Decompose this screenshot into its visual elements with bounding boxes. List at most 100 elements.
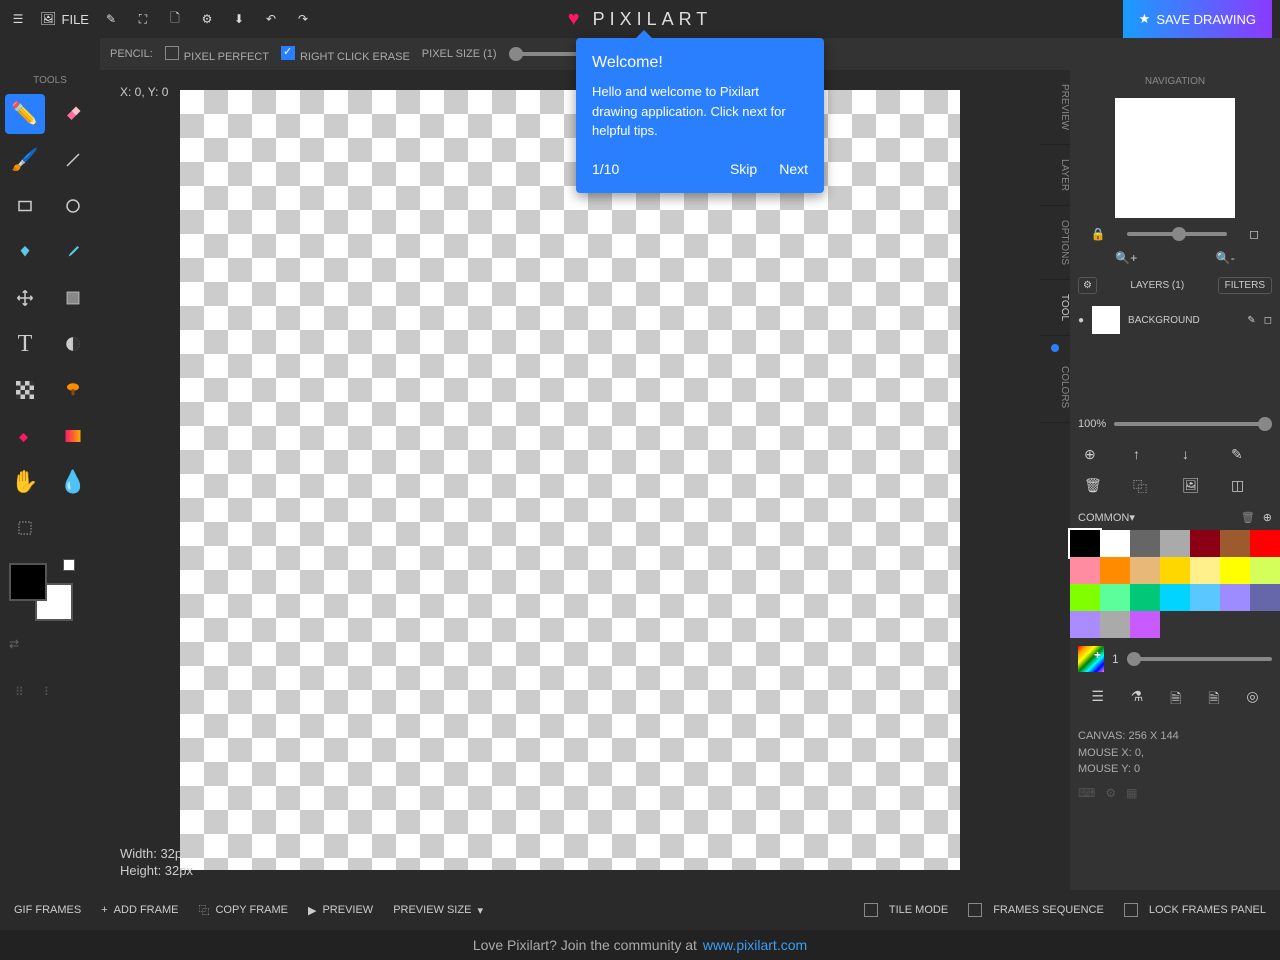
palette-color[interactable] (1100, 584, 1130, 611)
primary-color[interactable] (9, 563, 47, 601)
gradient-erase-tool[interactable] (5, 416, 45, 456)
palette-trash-icon[interactable]: 🗑 (1241, 511, 1255, 524)
edit-icon[interactable]: ✎ (1231, 446, 1266, 463)
copy-icon[interactable]: ⿻ (1133, 477, 1168, 497)
tab-options[interactable]: OPTIONS (1040, 206, 1070, 280)
file-menu[interactable]: 🖼 FILE (40, 11, 89, 27)
palette-color[interactable] (1250, 557, 1280, 584)
add-layer-icon[interactable]: ⊕ (1084, 446, 1119, 463)
palette-color[interactable] (1250, 584, 1280, 611)
target-icon[interactable]: ◎ (1246, 688, 1258, 712)
dither-tool[interactable] (5, 370, 45, 410)
merge-icon[interactable]: ◫ (1231, 477, 1266, 497)
layer-edit-icon[interactable]: ✎ (1247, 315, 1255, 326)
palette-color[interactable] (1100, 611, 1130, 638)
palette-color[interactable] (1100, 557, 1130, 584)
tab-colors[interactable]: COLORS (1040, 352, 1070, 423)
filters-button[interactable]: FILTERS (1218, 277, 1272, 294)
opacity-slider[interactable] (1114, 422, 1272, 426)
gradient-tool[interactable] (53, 416, 93, 456)
eyedropper-tool[interactable] (53, 232, 93, 272)
keyboard-icon[interactable]: ⌨ (1078, 786, 1095, 800)
palette-color[interactable] (1160, 584, 1190, 611)
preview-size-select[interactable]: PREVIEW SIZE▾ (393, 904, 483, 917)
zoom-out-icon[interactable]: 🔍- (1216, 251, 1235, 265)
tab-layer[interactable]: LAYER (1040, 145, 1070, 206)
next-button[interactable]: Next (779, 161, 808, 177)
palette-color[interactable] (1130, 584, 1160, 611)
palette-color[interactable] (1220, 557, 1250, 584)
doc2-icon[interactable]: 🗎 (1208, 688, 1219, 712)
palette-color[interactable] (1220, 584, 1250, 611)
stamp-tool[interactable] (53, 370, 93, 410)
palette-color[interactable] (1190, 557, 1220, 584)
chevron-down-icon[interactable]: ▾ (1129, 511, 1135, 524)
layer-row[interactable]: ● BACKGROUND ✎ ◻ (1070, 300, 1280, 340)
palette-color[interactable] (1220, 530, 1250, 557)
bucket-tool[interactable] (5, 232, 45, 272)
palette-slider[interactable] (1127, 657, 1272, 661)
menu-icon[interactable]: ☰ (8, 9, 28, 29)
palette-color[interactable] (1070, 584, 1100, 611)
save-drawing-button[interactable]: ★ SAVE DRAWING (1123, 0, 1272, 38)
brush-tool[interactable]: 🖌️ (5, 140, 45, 180)
canvas[interactable] (180, 90, 960, 870)
share-icon[interactable]: ⚙ (197, 9, 217, 29)
move-tool[interactable] (5, 278, 45, 318)
gears-icon[interactable]: ⚙ (1105, 786, 1116, 800)
copy-frame-button[interactable]: ⿻COPY FRAME (198, 902, 288, 918)
pencil-tool[interactable]: ✏️ (5, 94, 45, 134)
lock-frames-checkbox[interactable]: LOCK FRAMES PANEL (1124, 903, 1266, 917)
flask-icon[interactable]: ⚗ (1131, 688, 1144, 712)
swap-colors-icon[interactable]: ⇄ (5, 633, 95, 655)
palette-color[interactable] (1130, 530, 1160, 557)
layer-settings-icon[interactable]: ⚙ (1078, 277, 1097, 294)
visibility-icon[interactable]: ● (1078, 315, 1084, 326)
square-icon[interactable]: ◻ (1249, 227, 1259, 241)
tile-mode-checkbox[interactable]: TILE MODE (864, 903, 948, 917)
right-click-erase-checkbox[interactable]: RIGHT CLICK ERASE (281, 46, 410, 63)
list-icon[interactable]: ☰ (1091, 688, 1104, 712)
undo-icon[interactable]: ↶ (261, 9, 281, 29)
circle-tool[interactable] (53, 186, 93, 226)
palette-color[interactable] (1130, 611, 1160, 638)
palette-color[interactable] (1130, 557, 1160, 584)
move-up-icon[interactable]: ↑ (1133, 446, 1168, 463)
lock-icon[interactable]: 🔒 (1091, 227, 1106, 241)
trash-icon[interactable]: 🗑 (1084, 477, 1119, 497)
palette-color[interactable] (1160, 557, 1190, 584)
nav-preview[interactable] (1115, 98, 1235, 218)
tab-tool[interactable]: TOOL (1040, 280, 1070, 336)
palette-add-icon[interactable]: ⊕ (1263, 511, 1272, 524)
blur-tool[interactable]: 💧 (53, 462, 93, 502)
palette-color[interactable] (1250, 530, 1280, 557)
palette-color[interactable] (1070, 611, 1100, 638)
frames-sequence-checkbox[interactable]: FRAMES SEQUENCE (968, 903, 1104, 917)
hand-tool[interactable]: ✋ (5, 462, 45, 502)
doc-icon[interactable]: 🗎 (1170, 688, 1181, 712)
palette-color[interactable] (1190, 530, 1220, 557)
pen-icon[interactable]: ✎ (101, 9, 121, 29)
crop-icon[interactable]: ⛶ (133, 9, 153, 29)
dots-icon[interactable]: ⠿ (15, 685, 24, 699)
download-icon[interactable]: ⬇ (229, 9, 249, 29)
move-down-icon[interactable]: ↓ (1182, 446, 1217, 463)
palette-color[interactable] (1190, 584, 1220, 611)
preview-button[interactable]: ▶PREVIEW (308, 904, 373, 917)
eraser-tool[interactable] (53, 94, 93, 134)
new-icon[interactable]: 🗋 (165, 9, 185, 29)
skip-button[interactable]: Skip (730, 161, 757, 177)
transform-tool[interactable] (5, 508, 45, 548)
palette-color[interactable] (1100, 530, 1130, 557)
palette-color[interactable] (1070, 530, 1100, 557)
palette-color[interactable] (1070, 557, 1100, 584)
layer-square-icon[interactable]: ◻ (1264, 315, 1272, 326)
tab-preview[interactable]: PREVIEW (1040, 70, 1070, 145)
pixel-perfect-checkbox[interactable]: PIXEL PERFECT (165, 46, 269, 63)
text-tool[interactable]: T (5, 324, 45, 364)
palette-color[interactable] (1160, 530, 1190, 557)
zoom-in-icon[interactable]: 🔍+ (1115, 251, 1137, 265)
lighten-tool[interactable] (53, 324, 93, 364)
swap-icon[interactable] (63, 559, 75, 571)
add-frame-button[interactable]: +ADD FRAME (101, 904, 178, 916)
